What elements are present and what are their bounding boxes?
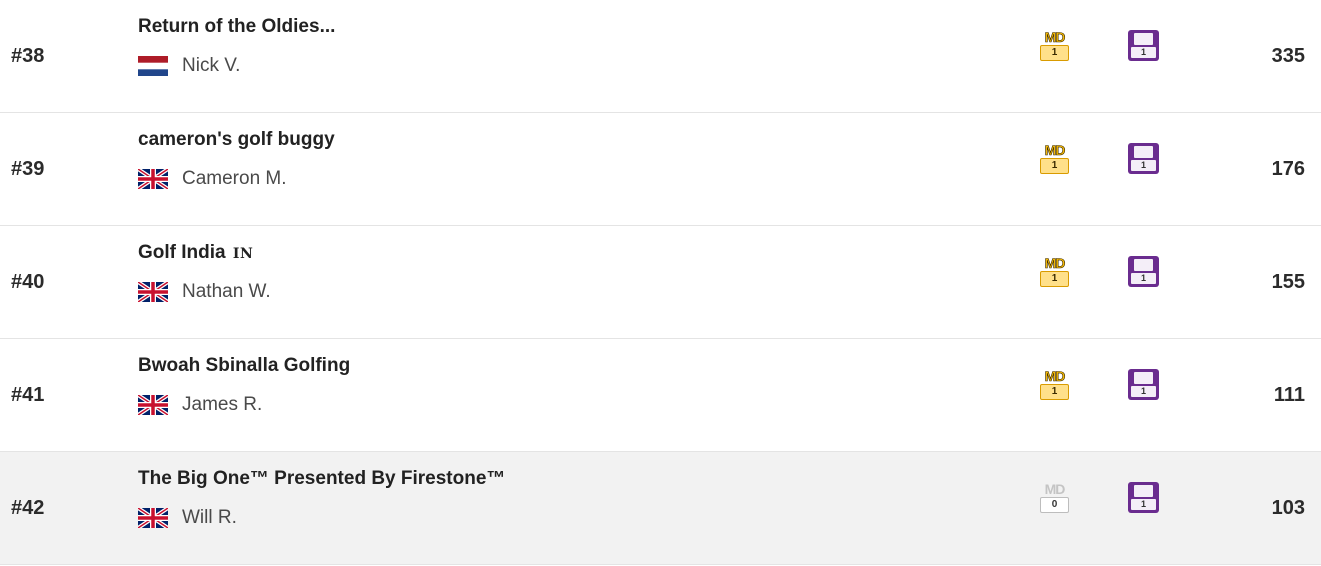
gameweek-badge-icon: 1 xyxy=(1128,143,1159,174)
team-name[interactable]: Golf India IN xyxy=(138,242,253,264)
manager: Nathan W. xyxy=(138,280,271,304)
gameweek-badge-icon: 1 xyxy=(1128,256,1159,287)
team-name[interactable]: cameron's golf buggy xyxy=(138,129,335,151)
manager: James R. xyxy=(138,393,262,417)
flag-uk-icon xyxy=(138,508,168,528)
team-name[interactable]: Bwoah Sbinalla Golfing xyxy=(138,355,350,377)
manager: Will R. xyxy=(138,506,237,530)
score: 176 xyxy=(1271,157,1305,180)
rank: #38 xyxy=(11,44,45,67)
team-name[interactable]: The Big One™ Presented By Firestone™ xyxy=(138,468,505,490)
team-tag: IN xyxy=(232,246,254,262)
manager: Nick V. xyxy=(138,54,240,78)
gameweek-badge-icon: 1 xyxy=(1128,30,1159,61)
leaderboard-row[interactable]: #41 Bwoah Sbinalla Golfing James R. MD 1 … xyxy=(0,339,1321,452)
md-badge-icon: MD 1 xyxy=(1039,369,1070,402)
score: 335 xyxy=(1271,44,1305,67)
gameweek-badge-icon: 1 xyxy=(1128,482,1159,513)
flag-uk-icon xyxy=(138,169,168,189)
gameweek-badge-icon: 1 xyxy=(1128,369,1159,400)
md-badge-icon: MD 1 xyxy=(1039,143,1070,176)
flag-netherlands-icon xyxy=(138,56,168,76)
leaderboard-list: #38 Return of the Oldies... Nick V. MD 1 … xyxy=(0,0,1321,565)
rank: #40 xyxy=(11,270,45,293)
leaderboard-row-highlighted[interactable]: #42 The Big One™ Presented By Firestone™… xyxy=(0,452,1321,565)
leaderboard-row[interactable]: #39 cameron's golf buggy Cameron M. MD 1 … xyxy=(0,113,1321,226)
leaderboard-row[interactable]: #40 Golf India IN Nathan W. MD 1 1 155 xyxy=(0,226,1321,339)
flag-uk-icon xyxy=(138,282,168,302)
rank: #42 xyxy=(11,496,45,519)
manager: Cameron M. xyxy=(138,167,287,191)
manager-name: James R. xyxy=(182,394,263,415)
manager-name: Will R. xyxy=(182,507,237,528)
manager-name: Nathan W. xyxy=(182,281,271,302)
score: 103 xyxy=(1271,496,1305,519)
team-name[interactable]: Return of the Oldies... xyxy=(138,16,335,38)
flag-uk-icon xyxy=(138,395,168,415)
leaderboard-row[interactable]: #38 Return of the Oldies... Nick V. MD 1 … xyxy=(0,0,1321,113)
manager-name: Cameron M. xyxy=(182,168,287,189)
rank: #41 xyxy=(11,383,45,406)
md-badge-icon: MD 1 xyxy=(1039,30,1070,63)
score: 155 xyxy=(1271,270,1305,293)
md-badge-icon: MD 0 xyxy=(1039,482,1070,515)
md-badge-icon: MD 1 xyxy=(1039,256,1070,289)
manager-name: Nick V. xyxy=(182,55,241,76)
score: 111 xyxy=(1273,383,1305,406)
rank: #39 xyxy=(11,157,45,180)
